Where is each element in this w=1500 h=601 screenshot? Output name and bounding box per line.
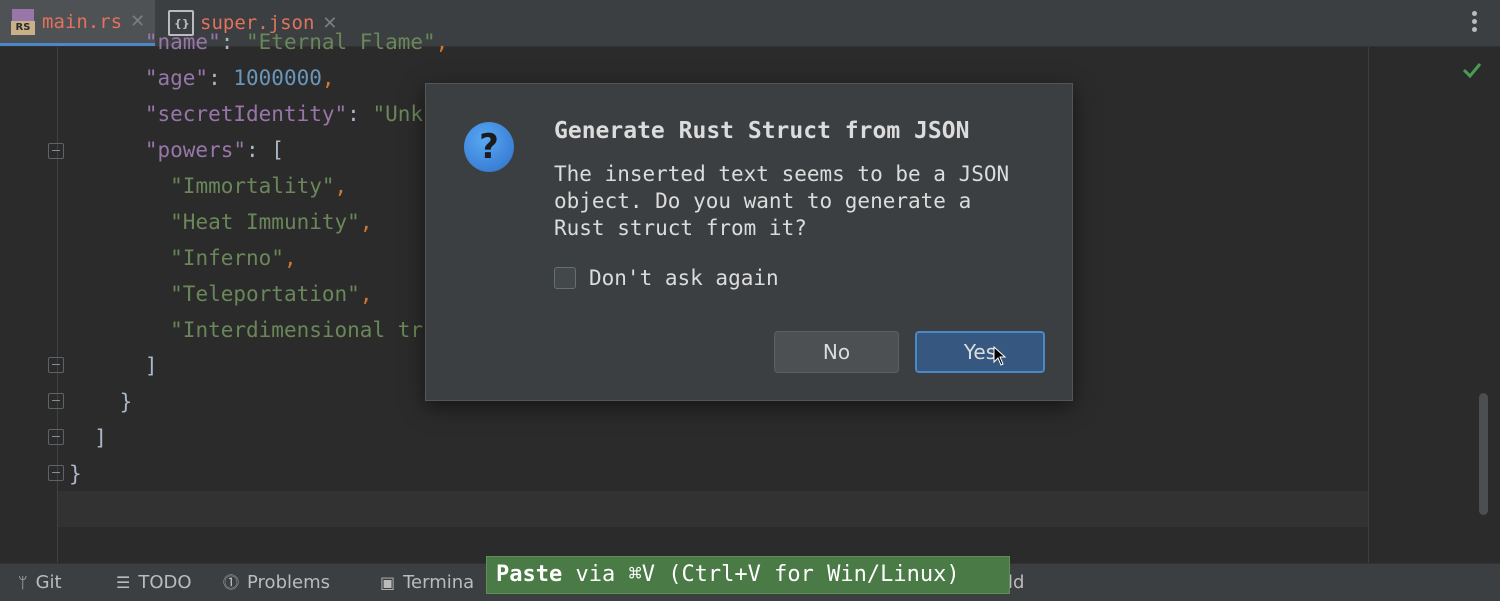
tooltip-text: via ⌘V (Ctrl+V for Win/Linux) bbox=[562, 562, 960, 587]
dialog-title: Generate Rust Struct from JSON bbox=[554, 118, 970, 144]
dialog-message: The inserted text seems to be a JSON obj… bbox=[554, 162, 1010, 240]
branch-icon: ᛘ bbox=[18, 573, 28, 592]
code-line: "Immortality", bbox=[170, 174, 348, 198]
todo-tool-button[interactable]: ☰ TODO bbox=[116, 564, 192, 601]
yes-button[interactable]: Yes bbox=[915, 331, 1045, 373]
build-tool-button[interactable]: ld bbox=[1008, 564, 1024, 601]
generate-struct-dialog: ? Generate Rust Struct from JSON The ins… bbox=[425, 83, 1073, 401]
code-line: "age": 1000000, bbox=[144, 66, 335, 90]
code-line: "name": "Eternal Flame", bbox=[144, 30, 449, 54]
code-line: "Teleportation", bbox=[170, 282, 373, 306]
no-button[interactable]: No bbox=[774, 331, 899, 373]
dont-ask-again-row[interactable]: Don't ask again bbox=[554, 266, 779, 290]
right-margin-guide bbox=[1368, 47, 1369, 563]
question-icon: ? bbox=[464, 122, 514, 172]
more-options-icon[interactable] bbox=[1472, 11, 1478, 35]
code-line: ] bbox=[144, 354, 158, 378]
code-line: ] bbox=[94, 426, 107, 450]
rust-file-icon: RS bbox=[10, 8, 36, 35]
code-line: "secretIdentity": "Unk bbox=[144, 102, 424, 126]
code-line: } bbox=[69, 462, 82, 486]
code-line: "Interdimensional tr bbox=[170, 318, 424, 342]
action-tooltip: Paste via ⌘V (Ctrl+V for Win/Linux) bbox=[486, 556, 1010, 594]
git-tool-button[interactable]: ᛘ Git bbox=[18, 564, 62, 601]
mouse-cursor-icon bbox=[993, 346, 1007, 366]
fold-marker-icon[interactable] bbox=[48, 465, 64, 481]
code-line: "Heat Immunity", bbox=[170, 210, 373, 234]
terminal-icon: ▣ bbox=[380, 573, 396, 592]
code-line: "Inferno", bbox=[170, 246, 297, 270]
check-icon[interactable] bbox=[1462, 60, 1482, 80]
current-line-highlight bbox=[58, 491, 1368, 527]
code-line: } bbox=[119, 390, 133, 414]
gutter-separator bbox=[57, 47, 58, 563]
code-line: "powers": [ bbox=[144, 138, 284, 162]
fold-marker-icon[interactable] bbox=[48, 429, 64, 445]
vertical-scrollbar[interactable] bbox=[1479, 393, 1488, 515]
fold-marker-icon[interactable] bbox=[48, 357, 64, 373]
list-icon: ☰ bbox=[116, 573, 131, 592]
warning-icon: ⓵ bbox=[223, 573, 240, 592]
checkbox-label[interactable]: Don't ask again bbox=[589, 266, 779, 290]
problems-tool-button[interactable]: ⓵ Problems bbox=[223, 564, 330, 601]
fold-marker-icon[interactable] bbox=[48, 393, 64, 409]
dont-ask-again-checkbox[interactable] bbox=[554, 267, 576, 289]
tooltip-action: Paste bbox=[496, 562, 563, 587]
terminal-tool-button[interactable]: ▣ Termina bbox=[380, 564, 474, 601]
fold-marker-icon[interactable] bbox=[48, 143, 64, 159]
